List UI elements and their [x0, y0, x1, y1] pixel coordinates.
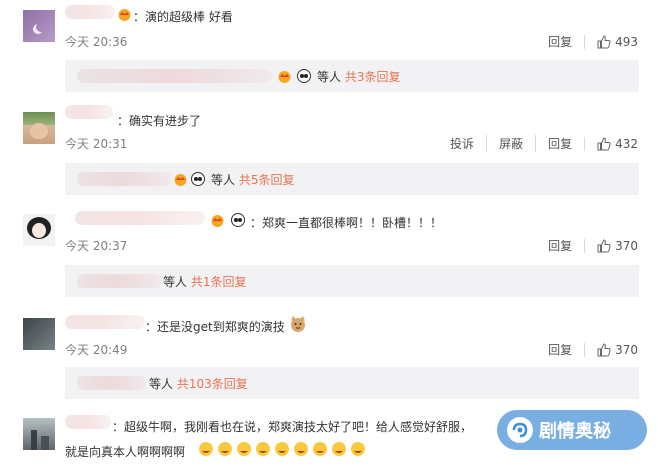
cat-emoji-icon [291, 316, 305, 332]
comment-text: ：确实有进步了 [117, 114, 202, 128]
username-blurred[interactable] [65, 415, 111, 429]
username-blurred[interactable] [65, 315, 145, 329]
view-replies-link[interactable]: 共103条回复 [177, 377, 248, 391]
comment-text: ：还是没get到郑爽的演技 [145, 320, 285, 334]
laughing-emoji-icon [218, 442, 232, 456]
comment-text: ：演的超级棒 好看 [133, 10, 233, 24]
panda-emoji-icon [231, 213, 245, 227]
comment-time: 今天 20:49 [65, 343, 128, 357]
laughing-emoji-icon [256, 442, 270, 456]
view-replies-link[interactable]: 共5条回复 [239, 173, 295, 187]
like-count: 493 [615, 34, 638, 49]
watermark-badge: 剧情奥秘 [497, 410, 647, 450]
comment-time: 今天 20:31 [65, 137, 128, 151]
view-replies-link[interactable]: 共1条回复 [191, 275, 247, 289]
reply-button[interactable]: 回复 [536, 237, 584, 254]
comment-actions: 回复 370 [536, 237, 638, 254]
avatar[interactable] [23, 112, 55, 144]
avatar[interactable] [23, 318, 55, 350]
like-count: 432 [615, 136, 638, 151]
reply-users-label: 等人 [149, 377, 174, 391]
reply-button[interactable]: 回复 [536, 33, 584, 50]
like-button[interactable]: 370 [584, 342, 638, 357]
reply-preview[interactable]: 等人 共5条回复 [65, 163, 639, 195]
laughing-emoji-row [198, 441, 366, 457]
like-button[interactable]: 432 [584, 136, 638, 151]
view-replies-link[interactable]: 共3条回复 [345, 70, 401, 84]
username-blurred[interactable] [65, 5, 115, 19]
laughing-emoji-icon [237, 442, 251, 456]
comment-time: 今天 20:36 [65, 35, 128, 49]
panda-emoji-icon [297, 69, 311, 83]
laughing-emoji-icon [332, 442, 346, 456]
reply-button[interactable]: 回复 [536, 341, 584, 358]
avatar[interactable] [23, 214, 55, 246]
thumbs-up-icon [597, 34, 611, 48]
laughing-emoji-icon [313, 442, 327, 456]
block-button[interactable]: 屏蔽 [486, 135, 535, 152]
crown-badge-icon [118, 9, 131, 21]
reply-preview[interactable]: 等人 共103条回复 [65, 367, 639, 399]
like-button[interactable]: 370 [584, 238, 638, 253]
comment-actions: 回复 370 [536, 341, 638, 358]
reply-users-label: 等人 [163, 275, 188, 289]
comment-text-continued: 就是向真本人啊啊啊啊 [65, 445, 186, 459]
laughing-emoji-icon [275, 442, 289, 456]
laughing-emoji-icon [199, 442, 213, 456]
laughing-emoji-icon [351, 442, 365, 456]
comment-text: ：郑爽一直都很棒啊！！卧槽！！！ [250, 216, 443, 230]
reply-preview[interactable]: 等人 共3条回复 [65, 60, 639, 92]
crown-badge-icon [174, 174, 187, 186]
laughing-emoji-icon [294, 442, 308, 456]
thumbs-up-icon [597, 238, 611, 252]
comment-time: 今天 20:37 [65, 239, 128, 253]
comment-text: ：超级牛啊，我刚看也在说，郑爽演技太好了吧！给人感觉好舒服， [112, 420, 473, 434]
username-blurred[interactable] [75, 211, 205, 225]
comment-actions: 回复 493 [536, 33, 638, 50]
comment-actions: 投诉 屏蔽 回复 432 [438, 135, 638, 152]
like-count: 370 [615, 342, 638, 357]
avatar[interactable] [23, 10, 55, 42]
thumbs-up-icon [597, 136, 611, 150]
crown-badge-icon [278, 71, 291, 83]
crown-badge-icon [211, 215, 224, 227]
panda-emoji-icon [191, 172, 205, 186]
reply-button[interactable]: 回复 [535, 135, 584, 152]
thumbs-up-icon [597, 342, 611, 356]
reply-users-label: 等人 [211, 173, 236, 187]
username-blurred[interactable] [65, 105, 113, 119]
watermark-label: 剧情奥秘 [539, 421, 611, 442]
report-button[interactable]: 投诉 [438, 135, 486, 152]
reply-preview[interactable]: 等人 共1条回复 [65, 265, 639, 297]
reply-users-label: 等人 [317, 70, 342, 84]
avatar[interactable] [23, 418, 55, 450]
like-count: 370 [615, 238, 638, 253]
like-button[interactable]: 493 [584, 34, 638, 49]
watermark-logo-icon [507, 417, 533, 443]
